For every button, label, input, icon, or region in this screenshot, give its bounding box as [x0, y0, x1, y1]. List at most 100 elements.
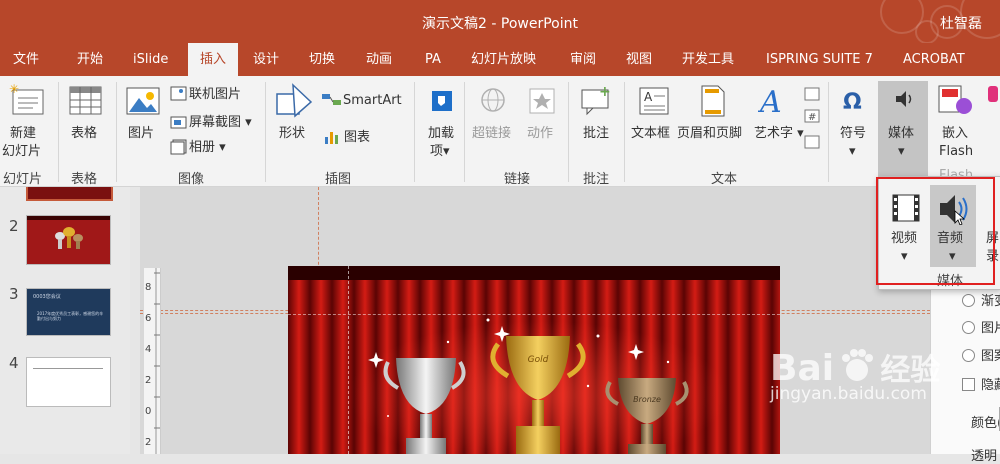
- textbox-button[interactable]: 文本框: [631, 125, 670, 142]
- gold-trophy-text: Gold: [528, 355, 549, 365]
- group-illustrations-label: 插图: [325, 172, 352, 187]
- hide-background-checkbox[interactable]: 隐藏: [962, 374, 1000, 393]
- extra-addin-icon: [988, 86, 998, 102]
- svg-text:✳: ✳: [9, 82, 19, 96]
- album-icon: [170, 139, 187, 155]
- header-footer-icon: [701, 85, 725, 117]
- watermark-url: jingyan.baidu.com: [770, 384, 927, 404]
- ribbon-tabs: 文件 开始 iSlide 插入 设计 切换 动画 PA 幻灯片放映 审阅 视图 …: [0, 43, 1000, 76]
- slide-thumb-1-partial[interactable]: [26, 187, 113, 201]
- embed-flash-label-2[interactable]: Flash: [939, 143, 973, 160]
- new-slide-label-1[interactable]: 新建: [10, 125, 36, 142]
- smartart-icon: [322, 94, 341, 105]
- action-icon: [529, 88, 555, 114]
- group-text-label: 文本: [711, 172, 738, 187]
- comment-icon: +: [581, 84, 611, 116]
- tab-animations[interactable]: 动画: [366, 43, 392, 76]
- tab-design[interactable]: 设计: [253, 43, 279, 76]
- tab-pa[interactable]: PA: [425, 43, 441, 76]
- color-label: 颜色(: [971, 416, 1000, 431]
- slide-thumb-4[interactable]: [26, 357, 111, 407]
- fill-picture-option[interactable]: 图片: [962, 317, 1000, 336]
- slide-thumb-3[interactable]: 0003您会议 2017年度优秀员工表彰，感谢您的辛勤付出与努力: [26, 288, 111, 336]
- slide-thumb-2[interactable]: [26, 215, 111, 265]
- online-pictures-icon: [170, 86, 187, 101]
- tab-file[interactable]: 文件: [13, 43, 39, 76]
- hyperlink-button[interactable]: 超链接: [472, 125, 511, 142]
- action-button[interactable]: 动作: [527, 125, 553, 142]
- wordart-icon: A: [758, 85, 782, 118]
- shapes-button[interactable]: 形状: [279, 125, 305, 142]
- tab-home[interactable]: 开始: [77, 43, 103, 76]
- text-small-icons: #: [804, 87, 820, 149]
- window-title: 演示文稿2 - PowerPoint: [422, 16, 578, 32]
- group-images-label: 图像: [178, 172, 205, 187]
- ruler-label-2: 2: [145, 375, 152, 386]
- ruler-label-8: 8: [145, 282, 152, 293]
- table-icon: [69, 86, 102, 115]
- slide-number-2: 2: [9, 217, 19, 235]
- transparency-label: 透明: [971, 449, 998, 464]
- svg-text:+: +: [599, 84, 611, 100]
- ruler-label-2b: 2: [145, 437, 152, 448]
- picture-button[interactable]: 图片: [128, 125, 154, 142]
- group-comments-label: 批注: [583, 172, 610, 187]
- table-button[interactable]: 表格: [71, 125, 97, 142]
- baidu-paw-icon: [842, 349, 874, 381]
- tab-ispring[interactable]: ISPRING SUITE 7: [766, 43, 873, 76]
- ribbon: ✳ 新建 幻灯片 幻灯片 表格 表格 图片 联机图片 屏幕截图 ▾ 相册 ▾ 图…: [0, 76, 1000, 187]
- svg-text:A: A: [644, 90, 653, 104]
- slide-thumbnail-pane: 2 3 0003您会议 2017年度优秀员工表彰，感谢您的辛勤付出与努力 4: [0, 187, 130, 454]
- screenshot-button[interactable]: 屏幕截图 ▾: [189, 114, 252, 131]
- fill-gradient-option[interactable]: 渐变: [962, 290, 1000, 309]
- tab-acrobat[interactable]: ACROBAT: [903, 43, 965, 76]
- speaker-icon: [896, 91, 912, 107]
- baidu-watermark: Bai 经验: [770, 345, 940, 389]
- tab-view[interactable]: 视图: [626, 43, 652, 76]
- textbox-icon: A: [639, 87, 669, 115]
- new-slide-label-2[interactable]: 幻灯片: [2, 143, 41, 160]
- svg-text:Ω: Ω: [843, 90, 862, 114]
- comment-button[interactable]: 批注: [583, 125, 609, 142]
- svg-text:#: #: [808, 112, 816, 123]
- tab-slideshow[interactable]: 幻灯片放映: [471, 43, 536, 76]
- symbol-dropdown-arrow[interactable]: ▾: [849, 143, 856, 160]
- user-name[interactable]: 杜智磊: [940, 13, 982, 33]
- online-pictures-button[interactable]: 联机图片: [189, 86, 241, 103]
- header-footer-button[interactable]: 页眉和页脚: [677, 125, 742, 142]
- smartart-button[interactable]: SmartArt: [343, 92, 402, 109]
- current-slide[interactable]: Gold Bronze: [288, 266, 780, 454]
- addins-label-2[interactable]: 项▾: [430, 143, 450, 160]
- ruler-label-4: 4: [145, 344, 152, 355]
- slide-number-4: 4: [9, 354, 19, 372]
- fill-pattern-option[interactable]: 图案: [962, 345, 1000, 364]
- symbol-icon: Ω: [843, 90, 862, 114]
- chart-icon: [325, 132, 338, 144]
- tab-islide[interactable]: iSlide: [133, 43, 168, 76]
- group-table-label: 表格: [71, 172, 98, 187]
- embed-flash-label-1[interactable]: 嵌入: [942, 125, 968, 142]
- highlight-box: [876, 177, 995, 285]
- tab-developer[interactable]: 开发工具: [682, 43, 734, 76]
- chart-button[interactable]: 图表: [344, 129, 370, 146]
- bronze-trophy-text: Bronze: [633, 395, 661, 404]
- embed-flash-icon: [938, 85, 972, 114]
- tab-review[interactable]: 审阅: [570, 43, 596, 76]
- group-links-label: 链接: [504, 172, 531, 187]
- symbol-button[interactable]: 符号: [840, 125, 866, 142]
- album-button[interactable]: 相册 ▾: [189, 139, 226, 156]
- thumb-trophies-image: [27, 216, 110, 264]
- tab-insert[interactable]: 插入: [188, 43, 238, 76]
- screenshot-icon: [170, 116, 187, 129]
- thumb-3-text: 2017年度优秀员工表彰，感谢您的辛勤付出与努力: [37, 311, 104, 321]
- wordart-button[interactable]: 艺术字 ▾: [754, 125, 804, 142]
- vertical-ruler: 8 6 4 2 0 2: [144, 268, 161, 454]
- tab-transitions[interactable]: 切换: [309, 43, 335, 76]
- media-dropdown-arrow[interactable]: ▾: [898, 143, 905, 160]
- thumb-3-caption: 0003您会议: [33, 294, 61, 300]
- media-button[interactable]: 媒体: [888, 125, 914, 142]
- shapes-icon: [276, 83, 313, 118]
- watermark-brand-2: 经验: [880, 353, 941, 388]
- hyperlink-icon: [481, 88, 505, 112]
- addins-label-1[interactable]: 加载: [428, 125, 454, 142]
